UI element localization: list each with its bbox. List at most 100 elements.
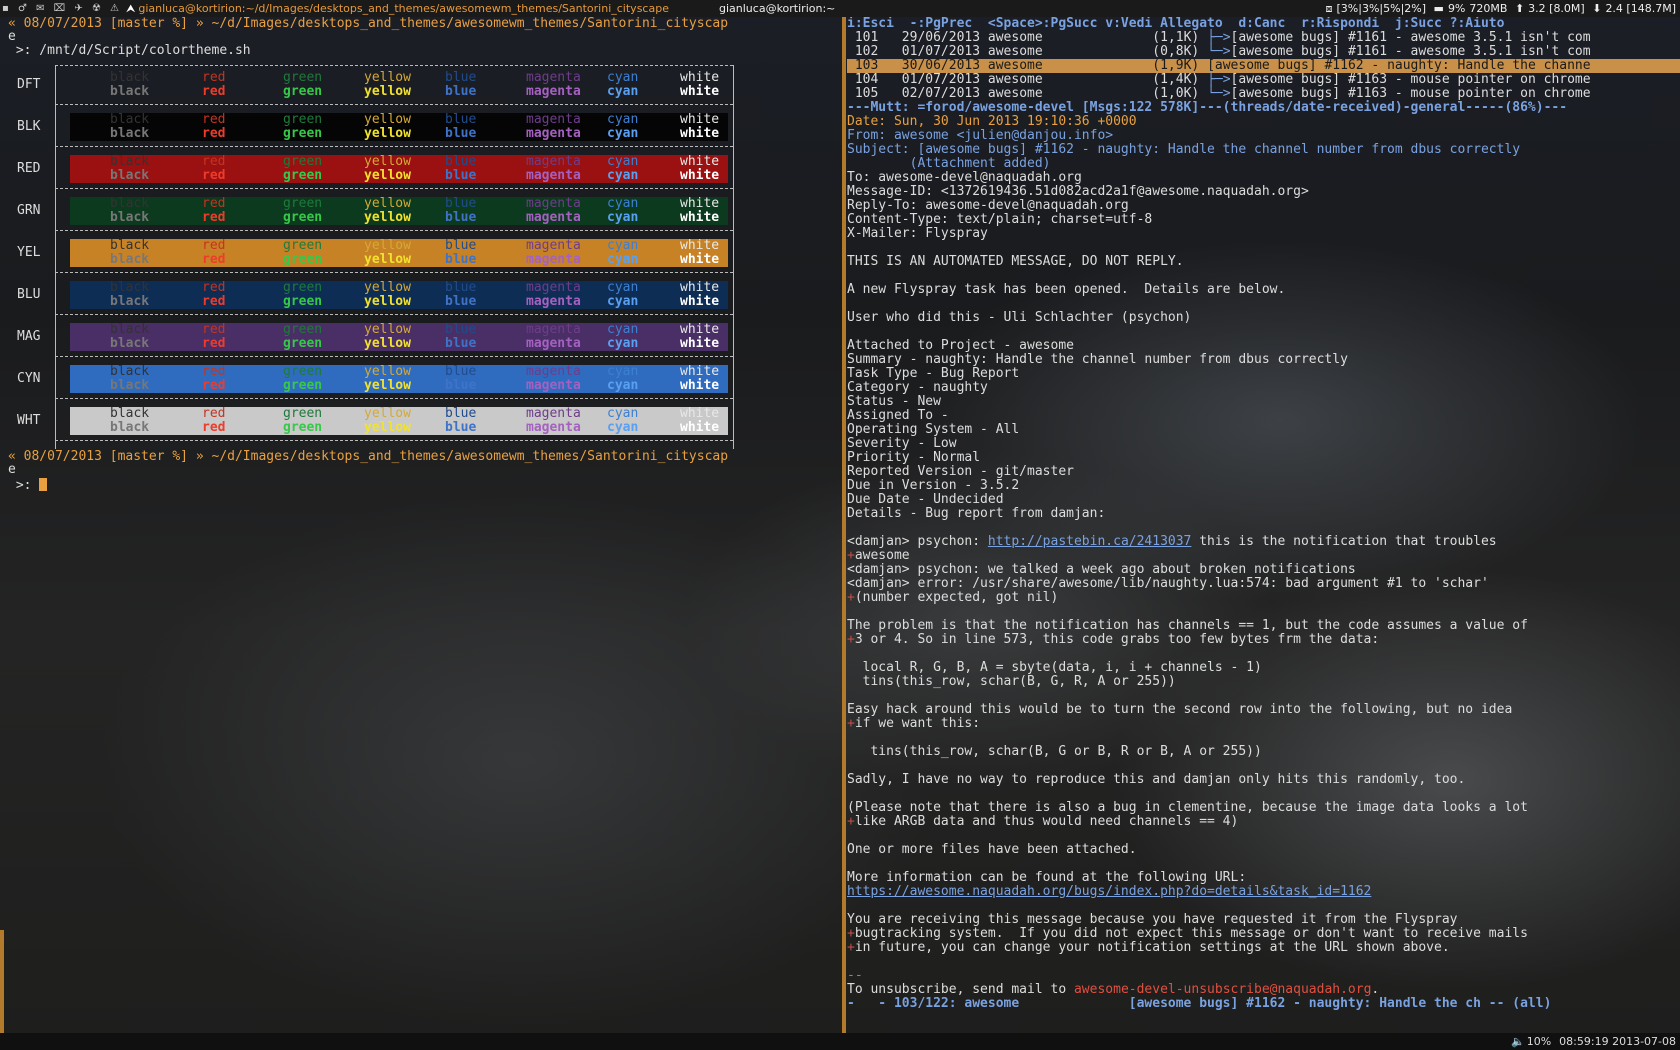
body-line: One or more files have been attached. [847, 842, 1137, 857]
wrap-marker: + [847, 814, 855, 829]
task-title: gianluca@kortirion:~/d/Images/desktops_a… [138, 2, 669, 15]
color-sample-blue: blue [445, 126, 477, 141]
table-border [55, 146, 733, 147]
color-sample-magenta: magenta [526, 112, 581, 127]
table-border [55, 356, 733, 357]
color-sample-black: black [110, 154, 150, 169]
message-row-selected[interactable]: 103 30/06/2013 awesome (1,9K) [awesome b… [847, 59, 1680, 73]
color-sample-white: white [680, 280, 720, 295]
body-line: <damjan> error: /usr/share/awesome/lib/n… [847, 576, 1489, 591]
task-terminal-other[interactable]: gianluca@kortirion:~ [719, 0, 835, 17]
color-sample-magenta: magenta [526, 420, 581, 435]
system-monitor: ⧈ [3%|3%|5%|2%] ▬ 9% 720MB ⬆ 3.2 [8.0M] ⬇ 2.4… [1322, 0, 1676, 17]
color-sample-cyan: cyan [607, 364, 639, 379]
wrap-marker: + [847, 926, 855, 941]
msg-date: 01/07/2013 [901, 72, 988, 87]
color-sample-cyan: cyan [607, 126, 639, 141]
body-line-link: <damjan> psychon: http://pastebin.ca/241… [847, 535, 1497, 549]
color-sample-cyan: cyan [607, 168, 639, 183]
header-message-id: Message-ID: <1372619436.51d082acd2a1f@aw… [847, 184, 1309, 199]
color-sample-yellow: yellow [364, 112, 411, 127]
message-row[interactable]: 101 29/06/2013 awesome (1,1K) ├─>[awesom… [847, 31, 1680, 45]
wrap-marker: + [847, 590, 855, 605]
color-sample-red: red [202, 252, 226, 267]
color-sample-blue: blue [445, 84, 477, 99]
volume-level[interactable]: 10% [1527, 1035, 1551, 1048]
body-line: A new Flyspray task has been opened. Det… [847, 282, 1286, 297]
color-sample-white: white [680, 238, 720, 253]
color-sample-white: white [680, 168, 720, 183]
color-row-label: WHT [17, 413, 41, 428]
color-row-label: YEL [17, 245, 41, 260]
color-sample-cyan: cyan [607, 336, 639, 351]
color-sample-green: green [283, 406, 323, 421]
body-line: Task Type - Bug Report [847, 366, 1020, 381]
clock[interactable]: 08:59:19 2013-07-08 [1559, 1035, 1676, 1048]
pastebin-link[interactable]: http://pastebin.ca/2413037 [988, 534, 1192, 549]
color-sample-magenta: magenta [526, 378, 581, 393]
color-sample-green: green [283, 252, 323, 267]
thread-tree: ├─> [1207, 72, 1231, 87]
color-sample-cyan: cyan [607, 196, 639, 211]
window-divider[interactable] [842, 17, 846, 1033]
color-sample-red: red [202, 168, 226, 183]
command-input[interactable]: >: [8, 478, 48, 493]
msg-from: awesome [987, 44, 1153, 59]
body-line: (Please note that there is also a bug in… [847, 800, 1528, 815]
color-row-background: black red green yellow blue magenta cyan white b… [70, 239, 728, 267]
color-sample-cyan: cyan [607, 378, 639, 393]
top-panel: ▪ ♂ ✉ ⌧ ✈ ☢ ⚠ ⮝ gianluca@kortirion:~/d/Im… [0, 0, 1680, 17]
terminal-left[interactable]: « 08/07/2013 [master %] » ~/d/Images/des… [0, 17, 840, 1033]
message-row[interactable]: 104 01/07/2013 awesome (1,4K) ├─>[awesom… [847, 73, 1680, 87]
body-line-wrapped: +like ARGB data and thus would need chan… [847, 815, 1238, 829]
launcher-icons[interactable]: ▪ ♂ ✉ ⌧ ✈ ☢ ⚠ [2, 0, 122, 17]
color-row-background: black red green yellow blue magenta cyan white b… [70, 197, 728, 225]
color-sample-yellow: yellow [364, 168, 411, 183]
color-sample-red: red [202, 210, 226, 225]
color-row-label: BLK [17, 119, 41, 134]
color-sample-cyan: cyan [607, 70, 639, 85]
table-border [55, 314, 733, 315]
msg-number: 105 [847, 86, 902, 101]
code-line: local R, G, B, A = sbyte(data, i, i + ch… [847, 660, 1262, 675]
color-row-background: black red green yellow blue magenta cyan white b… [70, 155, 728, 183]
flyspray-task-link[interactable]: https://awesome.naquadah.org/bugs/index.… [847, 885, 1371, 899]
msg-number: 104 [847, 72, 902, 87]
table-border [55, 65, 56, 449]
color-sample-blue: blue [445, 336, 477, 351]
table-border [55, 188, 733, 189]
color-sample-magenta: magenta [526, 322, 581, 337]
message-row[interactable]: 102 01/07/2013 awesome (0,8K) └─>[awesom… [847, 45, 1680, 59]
color-sample-green: green [283, 70, 323, 85]
color-sample-yellow: yellow [364, 70, 411, 85]
unsubscribe-address[interactable]: awesome-devel-unsubscribe@naquadah.org [1074, 982, 1371, 997]
body-line: Summary - naughty: Handle the channel nu… [847, 352, 1348, 367]
color-sample-cyan: cyan [607, 252, 639, 267]
body-text: . [1371, 982, 1380, 997]
color-sample-green: green [283, 210, 323, 225]
color-sample-cyan: cyan [607, 420, 639, 435]
body-line-wrapped: +in future, you can change your notifica… [847, 941, 1450, 955]
pager-status-bar: - - 103/122: awesome [awesome bugs] #116… [847, 996, 1552, 1011]
msg-date: 30/06/2013 [901, 58, 988, 73]
message-row[interactable]: 105 02/07/2013 awesome (1,0K) └─>[awesom… [847, 87, 1680, 101]
volume-icon[interactable]: 🔈 [1511, 1035, 1525, 1048]
color-row: DFT black red green yellow blue magenta cyan whi… [8, 71, 728, 99]
mutt-help-bar: i:Esci -:PgPrec <Space>:PgSucc v:Vedi Al… [847, 17, 1505, 31]
color-row-background: black red green yellow blue magenta cyan white b… [70, 113, 728, 141]
mutt-window[interactable]: i:Esci -:PgPrec <Space>:PgSucc v:Vedi Al… [847, 17, 1680, 1033]
task-terminal-active[interactable]: ⮝ gianluca@kortirion:~/d/Images/desktops_… [126, 0, 669, 17]
table-border [55, 272, 733, 273]
table-border [55, 398, 733, 399]
color-sample-green: green [283, 378, 323, 393]
body-text: bugtracking system. If you did not expec… [854, 926, 1528, 941]
memory-percent: 9% [1447, 2, 1466, 15]
color-sample-red: red [202, 364, 226, 379]
color-sample-magenta: magenta [526, 210, 581, 225]
color-row: BLU black red green yellow blue magenta cyan whi… [8, 281, 728, 309]
color-sample-yellow: yellow [364, 84, 411, 99]
body-text: To unsubscribe, send mail to [847, 982, 1074, 997]
color-sample-black: black [110, 238, 150, 253]
body-line: User who did this - Uli Schlachter (psyc… [847, 310, 1192, 325]
body-line: You are receiving this message because y… [847, 912, 1458, 927]
